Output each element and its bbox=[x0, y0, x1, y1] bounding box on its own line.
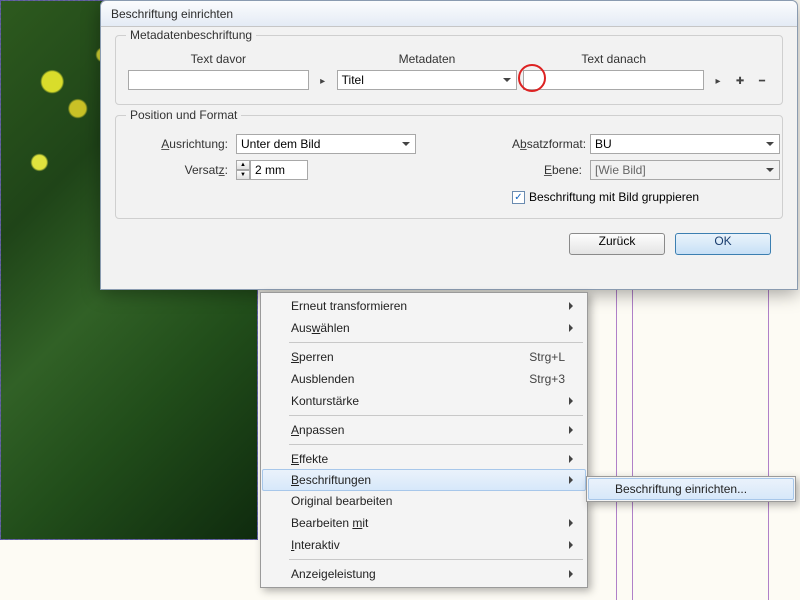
submenu-arrow-icon bbox=[569, 541, 577, 549]
group-with-image-checkbox[interactable]: ✓ bbox=[512, 191, 525, 204]
submenu-arrow-icon bbox=[569, 476, 577, 484]
alignment-dropdown[interactable]: Unter dem Bild bbox=[236, 134, 416, 154]
layer-dropdown: [Wie Bild] bbox=[590, 160, 780, 180]
submenu-arrow-icon bbox=[569, 397, 577, 405]
spinner-up-icon[interactable]: ▲ bbox=[236, 160, 250, 170]
caption-setup-dialog: Beschriftung einrichten Metadatenbeschri… bbox=[100, 0, 798, 290]
menu-item[interactable]: Anzeigeleistung bbox=[263, 563, 585, 585]
menu-label: Sperren bbox=[291, 350, 334, 364]
submenu-arrow-icon bbox=[569, 426, 577, 434]
menu-item[interactable]: Erneut transformieren bbox=[263, 295, 585, 317]
offset-label: Versatz: bbox=[128, 163, 228, 177]
menu-label: Effekte bbox=[291, 452, 328, 466]
alignment-value: Unter dem Bild bbox=[241, 137, 320, 151]
group-title: Position und Format bbox=[126, 108, 241, 122]
dialog-title[interactable]: Beschriftung einrichten bbox=[101, 1, 797, 27]
metadata-caption-group: Metadatenbeschriftung Text davor ▸ Metad… bbox=[115, 35, 783, 105]
menu-separator bbox=[289, 342, 583, 343]
menu-item[interactable]: Bearbeiten mit bbox=[263, 512, 585, 534]
submenu-arrow-icon bbox=[569, 302, 577, 310]
menu-label: Beschriftungen bbox=[291, 473, 371, 487]
submenu-arrow-icon bbox=[569, 455, 577, 463]
menu-separator bbox=[289, 415, 583, 416]
group-title: Metadatenbeschriftung bbox=[126, 28, 256, 42]
ok-button[interactable]: OK bbox=[675, 233, 771, 255]
menu-label: Bearbeiten mit bbox=[291, 516, 368, 530]
menu-label: Interaktiv bbox=[291, 538, 340, 552]
text-after-label: Text danach bbox=[581, 52, 646, 66]
metadata-value: Titel bbox=[342, 73, 364, 87]
menu-item[interactable]: Sperren Strg+L bbox=[263, 346, 585, 368]
para-style-label: Absatzformat: bbox=[512, 137, 582, 151]
menu-label: Ausblenden bbox=[291, 372, 354, 386]
offset-spinner[interactable]: ▲▼ bbox=[236, 160, 416, 180]
menu-label: Beschriftung einrichten... bbox=[615, 482, 747, 496]
menu-item[interactable]: Auswählen bbox=[263, 317, 585, 339]
text-after-input[interactable] bbox=[523, 70, 704, 90]
text-before-input[interactable] bbox=[128, 70, 309, 90]
menu-shortcut: Strg+L bbox=[529, 350, 565, 364]
group-with-image-label: Beschriftung mit Bild gruppieren bbox=[529, 190, 699, 204]
menu-label: Anpassen bbox=[291, 423, 344, 437]
para-style-value: BU bbox=[595, 137, 612, 151]
menu-label: Original bearbeiten bbox=[291, 494, 392, 508]
submenu-arrow-icon bbox=[569, 519, 577, 527]
submenu-arrow-icon bbox=[569, 324, 577, 332]
menu-item[interactable]: Original bearbeiten bbox=[263, 490, 585, 512]
captions-submenu: Beschriftung einrichten... bbox=[586, 476, 796, 502]
menu-separator bbox=[289, 559, 583, 560]
menu-item[interactable]: Anpassen bbox=[263, 419, 585, 441]
flyout-icon[interactable]: ▸ bbox=[315, 72, 331, 90]
menu-label: Auswählen bbox=[291, 321, 350, 335]
back-button[interactable]: Zurück bbox=[569, 233, 665, 255]
layer-label: Ebene: bbox=[512, 163, 582, 177]
menu-item[interactable]: Interaktiv bbox=[263, 534, 585, 556]
menu-shortcut: Strg+3 bbox=[529, 372, 565, 386]
position-format-group: Position und Format Ausrichtung: Unter d… bbox=[115, 115, 783, 219]
menu-item[interactable]: Ausblenden Strg+3 bbox=[263, 368, 585, 390]
guide-line bbox=[616, 290, 617, 600]
metadata-label: Metadaten bbox=[399, 52, 456, 66]
menu-label: Erneut transformieren bbox=[291, 299, 407, 313]
menu-item[interactable]: Konturstärke bbox=[263, 390, 585, 412]
metadata-dropdown[interactable]: Titel bbox=[337, 70, 518, 90]
offset-input[interactable] bbox=[250, 160, 308, 180]
layer-value: [Wie Bild] bbox=[595, 163, 646, 177]
guide-line bbox=[632, 290, 633, 600]
flyout-icon[interactable]: ▸ bbox=[710, 72, 726, 90]
guide-line bbox=[768, 290, 769, 600]
submenu-item-setup-caption[interactable]: Beschriftung einrichten... bbox=[588, 478, 794, 500]
menu-item[interactable]: Effekte bbox=[263, 448, 585, 470]
add-row-icon[interactable]: ✚ bbox=[732, 72, 748, 90]
menu-label: Konturstärke bbox=[291, 394, 359, 408]
para-style-dropdown[interactable]: BU bbox=[590, 134, 780, 154]
submenu-arrow-icon bbox=[569, 570, 577, 578]
menu-label: Anzeigeleistung bbox=[291, 567, 376, 581]
remove-row-icon[interactable]: ━ bbox=[754, 72, 770, 90]
spinner-down-icon[interactable]: ▼ bbox=[236, 170, 250, 180]
menu-separator bbox=[289, 444, 583, 445]
menu-item[interactable]: Beschriftungen bbox=[262, 469, 586, 491]
alignment-label: Ausrichtung: bbox=[128, 137, 228, 151]
context-menu: Erneut transformieren Auswählen Sperren Str… bbox=[260, 292, 588, 588]
text-before-label: Text davor bbox=[191, 52, 246, 66]
